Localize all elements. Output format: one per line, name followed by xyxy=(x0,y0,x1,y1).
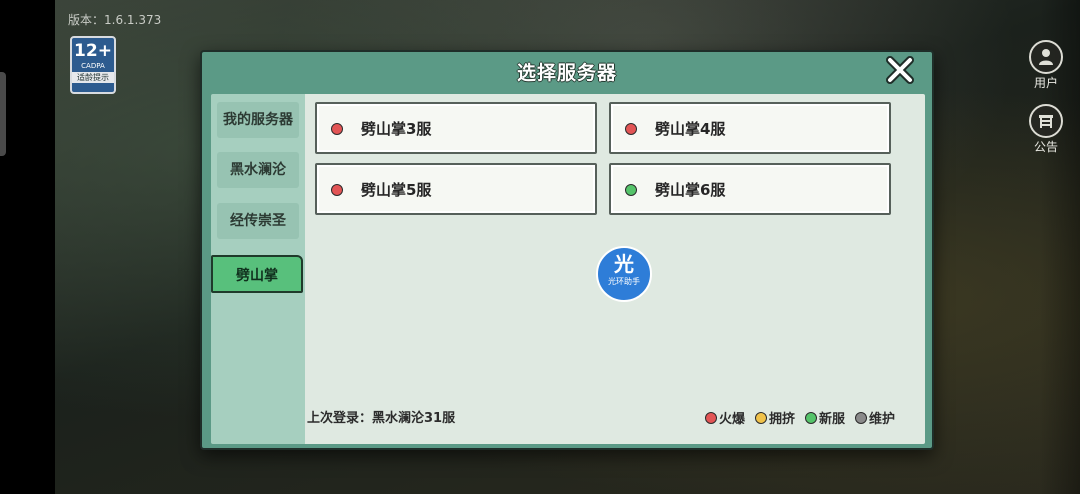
server-group-sidebar: 我的服务器 黑水澜沦 经传崇圣 劈山掌 xyxy=(211,94,305,444)
user-button[interactable]: 用户 xyxy=(1024,40,1068,91)
notice-button[interactable]: 公告 xyxy=(1024,104,1068,155)
server-item[interactable]: 劈山掌4服 xyxy=(609,102,891,154)
legend-item-maintenance: 维护 xyxy=(854,408,895,427)
system-side-handle[interactable] xyxy=(0,72,6,156)
legend-dot xyxy=(754,411,767,424)
age-rating-org: CADPA xyxy=(81,62,105,70)
status-dot-hot xyxy=(331,184,343,196)
helper-label: 光环助手 xyxy=(608,277,640,286)
floating-helper-button[interactable]: 光 光环助手 xyxy=(596,246,652,302)
server-list-panel: 劈山掌3服 劈山掌4服 劈山掌5服 劈山掌6服 光 光环助手 上次登录：黑水澜沦… xyxy=(305,94,925,444)
legend-label: 新服 xyxy=(818,412,845,427)
server-name: 劈山掌4服 xyxy=(655,120,726,138)
close-icon xyxy=(886,56,914,84)
server-name: 劈山掌6服 xyxy=(655,181,726,199)
notice-board-icon xyxy=(1029,104,1063,138)
server-name: 劈山掌5服 xyxy=(361,181,432,199)
status-legend: 火爆 拥挤 新服 维护 xyxy=(704,408,895,427)
legend-dot xyxy=(704,411,717,424)
last-login-text: 上次登录：黑水澜沦31服 xyxy=(307,411,456,426)
age-rating-badge[interactable]: 12+ CADPA 适龄提示 xyxy=(70,36,116,94)
status-dot-hot xyxy=(625,123,637,135)
server-select-dialog: 选择服务器 我的服务器 黑水澜沦 经传崇圣 劈山掌 劈山掌3服 劈山掌4服 劈山… xyxy=(200,50,934,450)
dialog-title: 选择服务器 xyxy=(516,62,617,84)
screen-edge-left xyxy=(0,0,55,494)
age-rating-number: 12+ xyxy=(74,41,112,61)
tab-jingchuan-chongsheng[interactable]: 经传崇圣 xyxy=(217,203,299,239)
legend-dot xyxy=(804,411,817,424)
notice-button-label: 公告 xyxy=(1033,140,1058,154)
status-dot-hot xyxy=(331,123,343,135)
close-button[interactable] xyxy=(884,54,916,86)
status-dot-new xyxy=(625,184,637,196)
legend-dot xyxy=(854,411,867,424)
legend-item-new: 新服 xyxy=(804,408,845,427)
age-rating-tip: 适龄提示 xyxy=(72,72,114,83)
server-item[interactable]: 劈山掌3服 xyxy=(315,102,597,154)
legend-item-hot: 火爆 xyxy=(704,408,745,427)
helper-logo-icon: 光 xyxy=(614,252,634,276)
user-button-label: 用户 xyxy=(1033,76,1058,90)
version-label: 版本：1.6.1.373 xyxy=(68,13,162,27)
legend-label: 维护 xyxy=(868,412,895,427)
tab-heishui-lanlun[interactable]: 黑水澜沦 xyxy=(217,152,299,188)
user-icon xyxy=(1029,40,1063,74)
legend-label: 拥挤 xyxy=(768,412,795,427)
legend-label: 火爆 xyxy=(718,412,745,427)
tab-pishanzhang[interactable]: 劈山掌 xyxy=(211,255,303,293)
tab-my-servers[interactable]: 我的服务器 xyxy=(217,102,299,138)
server-item[interactable]: 劈山掌6服 xyxy=(609,163,891,215)
server-item[interactable]: 劈山掌5服 xyxy=(315,163,597,215)
server-name: 劈山掌3服 xyxy=(361,120,432,138)
legend-item-crowded: 拥挤 xyxy=(754,408,795,427)
